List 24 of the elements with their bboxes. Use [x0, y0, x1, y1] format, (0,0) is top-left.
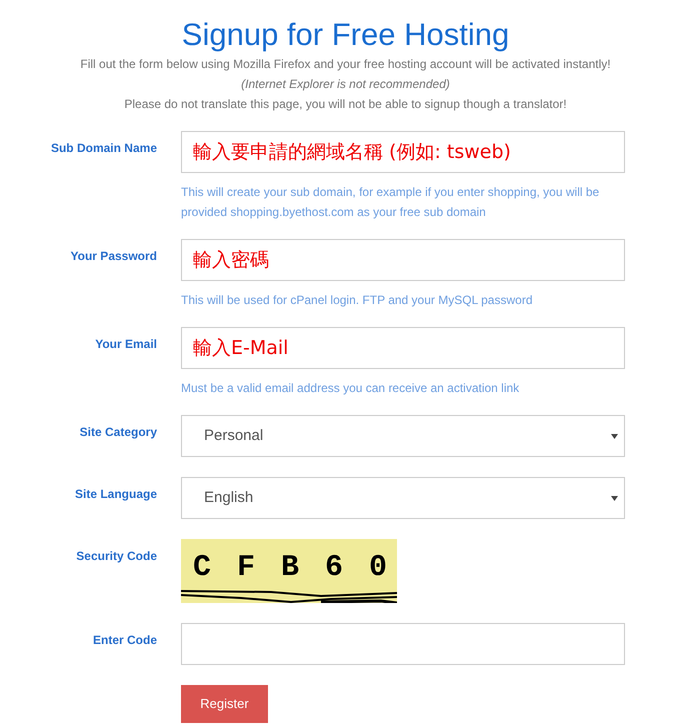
caret-icon: [611, 494, 618, 502]
field-label: Sub Domain Name: [50, 140, 157, 157]
intro-text: (Internet Explorer is not recommended): [241, 76, 450, 93]
hint-text: This will be used for cPanel login. FTP and your MySQL password: [181, 292, 534, 309]
input-field[interactable]: [181, 623, 625, 665]
captcha-image: C F B 6 0: [181, 539, 397, 603]
select-field[interactable]: English: [181, 477, 625, 519]
intro-text: Fill out the form below using Mozilla Firefox and your free hosting account will be activated instantly!: [80, 56, 611, 73]
hint-text: Must be a valid email address you can receive an activation link: [181, 380, 520, 397]
field-label: Security Code: [76, 548, 157, 565]
register-button[interactable]: Register: [181, 685, 268, 723]
field-label: Your Email: [95, 336, 157, 353]
select-field[interactable]: Personal: [181, 415, 625, 457]
field-label: Site Language: [74, 486, 157, 503]
field-label: Your Password: [70, 248, 157, 265]
field-label: Site Category: [80, 424, 157, 441]
field-label: Enter Code: [92, 632, 157, 649]
intro-text: Please do not translate this page, you will not be able to signup though a translator!: [124, 96, 567, 113]
input-field[interactable]: 輸入密碼: [181, 239, 625, 281]
hint-text: This will create your sub domain, for example if you enter shopping, you will be provided shopping.byethost.com as your free sub domain: [181, 184, 600, 221]
input-field[interactable]: 輸入E-Mail: [181, 327, 625, 369]
page-title: Signup for Free Hosting: [182, 16, 510, 54]
caret-icon: [611, 432, 618, 440]
input-field[interactable]: 輸入要申請的網域名稱 (例如: tsweb): [181, 131, 625, 173]
